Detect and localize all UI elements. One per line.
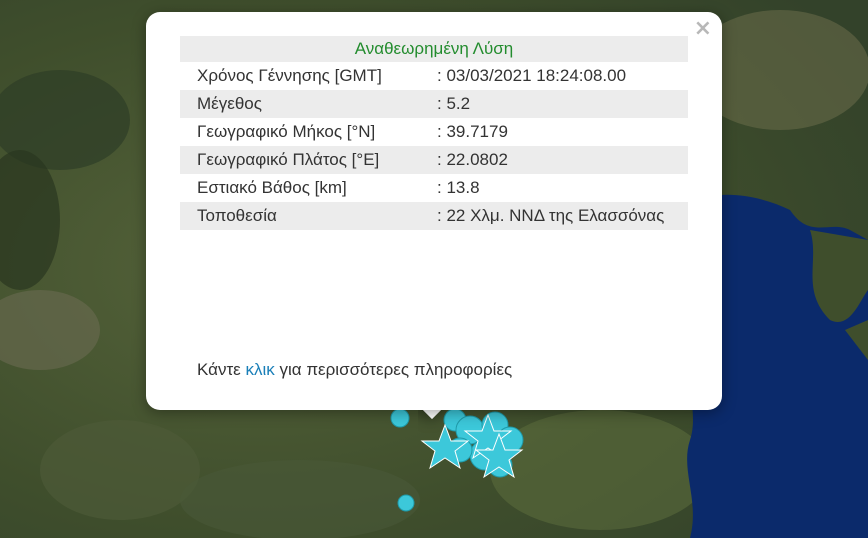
table-row: Μέγεθος : 5.2	[180, 90, 688, 118]
table-row: Εστιακό Βάθος [km] : 13.8	[180, 174, 688, 202]
table-row: Χρόνος Γέννησης [GMT] : 03/03/2021 18:24…	[180, 62, 688, 90]
longitude-label: Γεωγραφικό Πλάτος [°E]	[197, 150, 380, 169]
magnitude-value: : 5.2	[437, 94, 471, 113]
footer-suffix: για περισσότερες πληροφορίες	[274, 360, 513, 379]
more-info-link[interactable]: κλικ	[245, 360, 274, 379]
location-value: : 22 Χλμ. ΝΝΔ της Ελασσόνας	[437, 206, 665, 225]
table-row: Γεωγραφικό Μήκος [°N] : 39.7179	[180, 118, 688, 146]
magnitude-label: Μέγεθος	[197, 94, 262, 113]
earthquake-info-popup: × Αναθεωρημένη Λύση Χρόνος Γέννησης [GMT…	[146, 12, 722, 410]
depth-label: Εστιακό Βάθος [km]	[197, 178, 347, 197]
longitude-value: : 22.0802	[437, 150, 508, 169]
more-info-text: Κάντε κλικ για περισσότερες πληροφορίες	[197, 360, 512, 380]
popup-title-row: Αναθεωρημένη Λύση	[180, 36, 688, 62]
footer-prefix: Κάντε	[197, 360, 246, 379]
location-label: Τοποθεσία	[197, 206, 277, 225]
popup-title: Αναθεωρημένη Λύση	[180, 36, 688, 62]
table-row: Τοποθεσία : 22 Χλμ. ΝΝΔ της Ελασσόνας	[180, 202, 688, 230]
close-icon[interactable]: ×	[694, 18, 712, 40]
table-row: Γεωγραφικό Πλάτος [°E] : 22.0802	[180, 146, 688, 174]
origin-time-value: : 03/03/2021 18:24:08.00	[437, 66, 627, 85]
latitude-label: Γεωγραφικό Μήκος [°N]	[197, 122, 376, 141]
latitude-value: : 39.7179	[437, 122, 508, 141]
info-table: Αναθεωρημένη Λύση Χρόνος Γέννησης [GMT] …	[180, 36, 688, 230]
depth-value: : 13.8	[437, 178, 480, 197]
origin-time-label: Χρόνος Γέννησης [GMT]	[197, 66, 382, 85]
